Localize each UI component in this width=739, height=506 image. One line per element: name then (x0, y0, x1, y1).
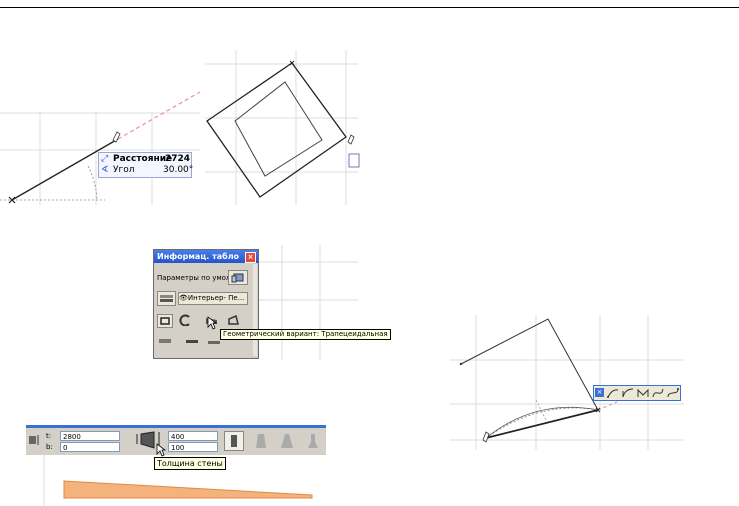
arc-spline-icon[interactable] (651, 387, 665, 399)
distance-label: Расстояние (113, 154, 173, 164)
palette-scrollbar[interactable] (253, 264, 257, 356)
angle-icon: ∢ (101, 165, 109, 175)
layer-name: Интерьер- Пе... (187, 294, 245, 302)
angle-value[interactable]: 30.00° (163, 165, 193, 176)
arc-three-point-icon[interactable] (636, 387, 650, 399)
bottom-elevation-field[interactable]: 0 (60, 442, 120, 452)
construction-method-icon (186, 340, 198, 343)
arc-center-icon[interactable] (606, 387, 620, 399)
polygonal-wall-icon (228, 314, 239, 325)
palette-titlebar[interactable]: Информац. табло × (154, 250, 258, 263)
thickness-bottom-field[interactable]: 100 (168, 442, 218, 452)
reference-line-button[interactable] (157, 336, 175, 349)
layer-selector[interactable]: 👁Интерьер- Пе... (178, 292, 248, 305)
reference-polyline (460, 318, 599, 411)
pencil-cursor-icon (347, 134, 355, 145)
arc-tangent-icon[interactable] (621, 387, 635, 399)
coordinate-tracker: ⤢ Расстояние 2724 ∢ Угол 30.00° (98, 152, 193, 178)
info-palette: Информац. табло × Параметры по умолч. 👁И… (153, 249, 259, 359)
straight-wall-icon (231, 435, 237, 447)
grid-panel-5 (450, 315, 684, 450)
inner-rotated-square (234, 81, 323, 177)
slanted-wall-icon[interactable] (254, 432, 268, 450)
wall-settings-icon (231, 273, 244, 283)
wall-info-toolbar: t: b: 2800 0 400 100 (26, 425, 326, 455)
arrow-cursor-icon (207, 316, 217, 330)
geometry-curved-button[interactable] (179, 314, 195, 328)
arrow-cursor-icon (156, 443, 166, 457)
top-label: t: (46, 432, 52, 440)
rubber-band-line (117, 91, 201, 140)
straight-wall-icon (160, 317, 170, 325)
arc-chord-line (485, 409, 599, 439)
double-slanted-wall-icon[interactable] (280, 432, 294, 450)
grid-panel-3 (258, 245, 358, 360)
top-elevation-field[interactable]: 2800 (60, 431, 120, 441)
settings-dialog-button[interactable] (228, 270, 248, 285)
curved-wall-icon (179, 314, 190, 326)
palette-title: Информац. табло (157, 252, 240, 261)
default-params-label: Параметры по умолч. (157, 274, 237, 282)
pencil-cursor-icon (112, 131, 121, 143)
construction-method-button[interactable] (184, 336, 202, 349)
geometry-straight-toolbar-button[interactable] (224, 431, 244, 451)
wall-height-icon (29, 435, 39, 445)
layer-icon-button[interactable] (157, 291, 176, 306)
distance-value[interactable]: 2724 (165, 154, 190, 165)
bottom-label: b: (46, 443, 53, 451)
thickness-tooltip: Толщина стены (154, 457, 226, 470)
layers-icon (160, 295, 173, 302)
eye-icon: 👁 (179, 294, 188, 302)
profiled-wall-icon[interactable] (306, 432, 320, 450)
outer-rotated-square (206, 62, 347, 198)
trapezoid-wall-preview (63, 480, 313, 499)
distance-icon: ⤢ (101, 154, 109, 164)
arc-geometry-toolbar: × (593, 385, 681, 401)
close-icon[interactable]: × (595, 388, 604, 397)
toolbar-top-border (26, 425, 326, 428)
arc-bezier-icon[interactable] (666, 387, 680, 399)
geometry-straight-button[interactable] (157, 314, 173, 328)
tracker-fragment (348, 153, 360, 168)
reference-line-icon (159, 339, 171, 343)
close-icon[interactable]: × (245, 252, 256, 263)
geometry-polygon-button[interactable] (226, 314, 242, 328)
angle-label: Угол (113, 165, 135, 175)
thickness-top-field[interactable]: 400 (168, 431, 218, 441)
polyline-vertex (459, 362, 463, 366)
geometry-tooltip: Геометрический вариант: Трапецеидальная (220, 329, 391, 340)
